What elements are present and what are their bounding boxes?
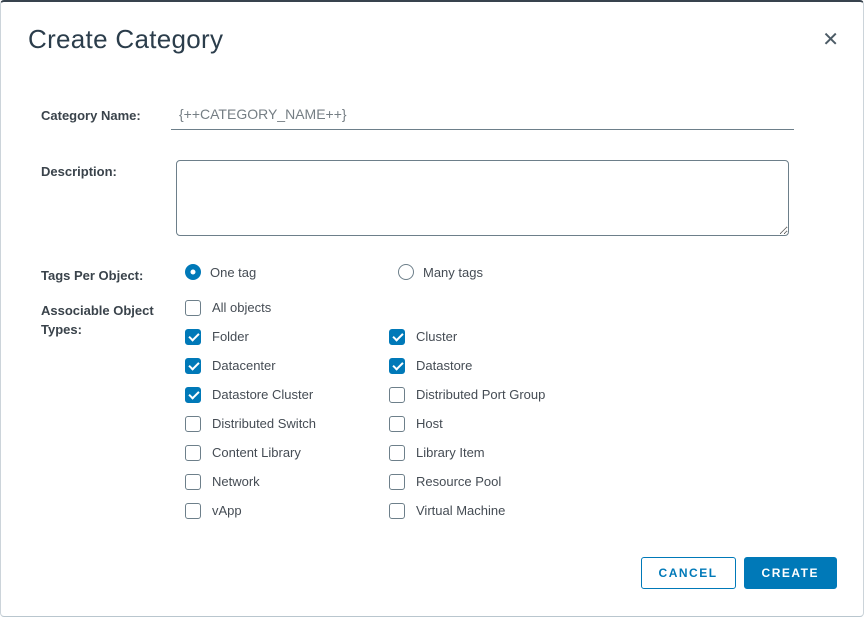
tags-per-object-options: One tag Many tags xyxy=(171,264,808,280)
checkbox-checked-icon[interactable] xyxy=(185,329,201,345)
associable-object-types-row: Associable Object Types: All objects Fol… xyxy=(41,299,837,519)
checkbox-checked-icon[interactable] xyxy=(389,329,405,345)
checkbox-checked-icon[interactable] xyxy=(389,358,405,374)
checkbox-option-datastore[interactable]: Datastore xyxy=(389,357,808,374)
checkbox-label: vApp xyxy=(212,503,242,518)
checkbox-option-resource-pool[interactable]: Resource Pool xyxy=(389,473,808,490)
dialog-title: Create Category xyxy=(28,24,223,54)
create-category-dialog: Create Category ✕ Category Name: Descrip… xyxy=(0,0,864,617)
category-name-label: Category Name: xyxy=(41,104,171,130)
checkbox-option-library-item[interactable]: Library Item xyxy=(389,444,808,461)
checkbox-unchecked-icon[interactable] xyxy=(389,503,405,519)
checkbox-label: Datastore Cluster xyxy=(212,387,313,402)
tags-per-object-row: Tags Per Object: One tag Many tags xyxy=(41,264,837,285)
radio-option-one-tag[interactable]: One tag xyxy=(185,264,398,280)
category-name-input[interactable] xyxy=(171,104,794,130)
all-objects-row: All objects xyxy=(185,299,808,316)
category-name-control xyxy=(171,104,794,130)
close-icon[interactable]: ✕ xyxy=(822,30,839,50)
checkbox-unchecked-icon[interactable] xyxy=(185,416,201,432)
checkbox-unchecked-icon[interactable] xyxy=(185,445,201,461)
checkbox-label: Datacenter xyxy=(212,358,276,373)
checkbox-label: Host xyxy=(416,416,443,431)
checkbox-label: Virtual Machine xyxy=(416,503,505,518)
checkbox-label: Cluster xyxy=(416,329,457,344)
object-types-grid: Folder Cluster Datacenter Datastore Datastor… xyxy=(185,328,808,519)
checkbox-option-folder[interactable]: Folder xyxy=(185,328,389,345)
checkbox-label: Resource Pool xyxy=(416,474,501,489)
checkbox-option-vapp[interactable]: vApp xyxy=(185,502,389,519)
object-types-area: All objects Folder Cluster Datacenter Datas… xyxy=(171,299,808,519)
checkbox-label: Folder xyxy=(212,329,249,344)
dialog-form: Category Name: Description: Tags Per Obj… xyxy=(1,104,863,519)
checkbox-checked-icon[interactable] xyxy=(185,387,201,403)
checkbox-option-host[interactable]: Host xyxy=(389,415,808,432)
description-row: Description: xyxy=(41,160,837,236)
checkbox-option-distributed-port-group[interactable]: Distributed Port Group xyxy=(389,386,808,403)
checkbox-label: Distributed Port Group xyxy=(416,387,545,402)
cancel-button[interactable]: CANCEL xyxy=(641,557,736,589)
checkbox-option-datastore-cluster[interactable]: Datastore Cluster xyxy=(185,386,389,403)
category-name-row: Category Name: xyxy=(41,104,837,130)
checkbox-option-content-library[interactable]: Content Library xyxy=(185,444,389,461)
checkbox-unchecked-icon[interactable] xyxy=(185,474,201,490)
checkbox-label: Library Item xyxy=(416,445,485,460)
create-button[interactable]: CREATE xyxy=(744,557,837,589)
checkbox-option-network[interactable]: Network xyxy=(185,473,389,490)
checkbox-label: Network xyxy=(212,474,260,489)
description-textarea[interactable] xyxy=(176,160,789,236)
checkbox-unchecked-icon[interactable] xyxy=(389,445,405,461)
checkbox-unchecked-icon[interactable] xyxy=(185,503,201,519)
description-label: Description: xyxy=(41,160,171,236)
radio-label: One tag xyxy=(210,265,256,280)
checkbox-option-datacenter[interactable]: Datacenter xyxy=(185,357,389,374)
associable-object-types-label: Associable Object Types: xyxy=(41,299,171,339)
radio-option-many-tags[interactable]: Many tags xyxy=(398,264,808,280)
checkbox-option-all-objects[interactable]: All objects xyxy=(185,299,808,316)
checkbox-option-virtual-machine[interactable]: Virtual Machine xyxy=(389,502,808,519)
checkbox-label: Datastore xyxy=(416,358,472,373)
dialog-header: Create Category ✕ xyxy=(1,2,863,54)
checkbox-label: Distributed Switch xyxy=(212,416,316,431)
checkbox-checked-icon[interactable] xyxy=(185,358,201,374)
tags-per-object-label: Tags Per Object: xyxy=(41,264,171,285)
radio-icon[interactable] xyxy=(185,264,201,280)
checkbox-label: All objects xyxy=(212,300,271,315)
checkbox-label: Content Library xyxy=(212,445,301,460)
checkbox-option-cluster[interactable]: Cluster xyxy=(389,328,808,345)
checkbox-option-distributed-switch[interactable]: Distributed Switch xyxy=(185,415,389,432)
radio-icon[interactable] xyxy=(398,264,414,280)
dialog-footer: CANCEL CREATE xyxy=(641,557,837,589)
checkbox-unchecked-icon[interactable] xyxy=(389,387,405,403)
checkbox-unchecked-icon[interactable] xyxy=(389,474,405,490)
radio-label: Many tags xyxy=(423,265,483,280)
checkbox-unchecked-icon[interactable] xyxy=(185,300,201,316)
description-control xyxy=(171,160,794,236)
checkbox-unchecked-icon[interactable] xyxy=(389,416,405,432)
